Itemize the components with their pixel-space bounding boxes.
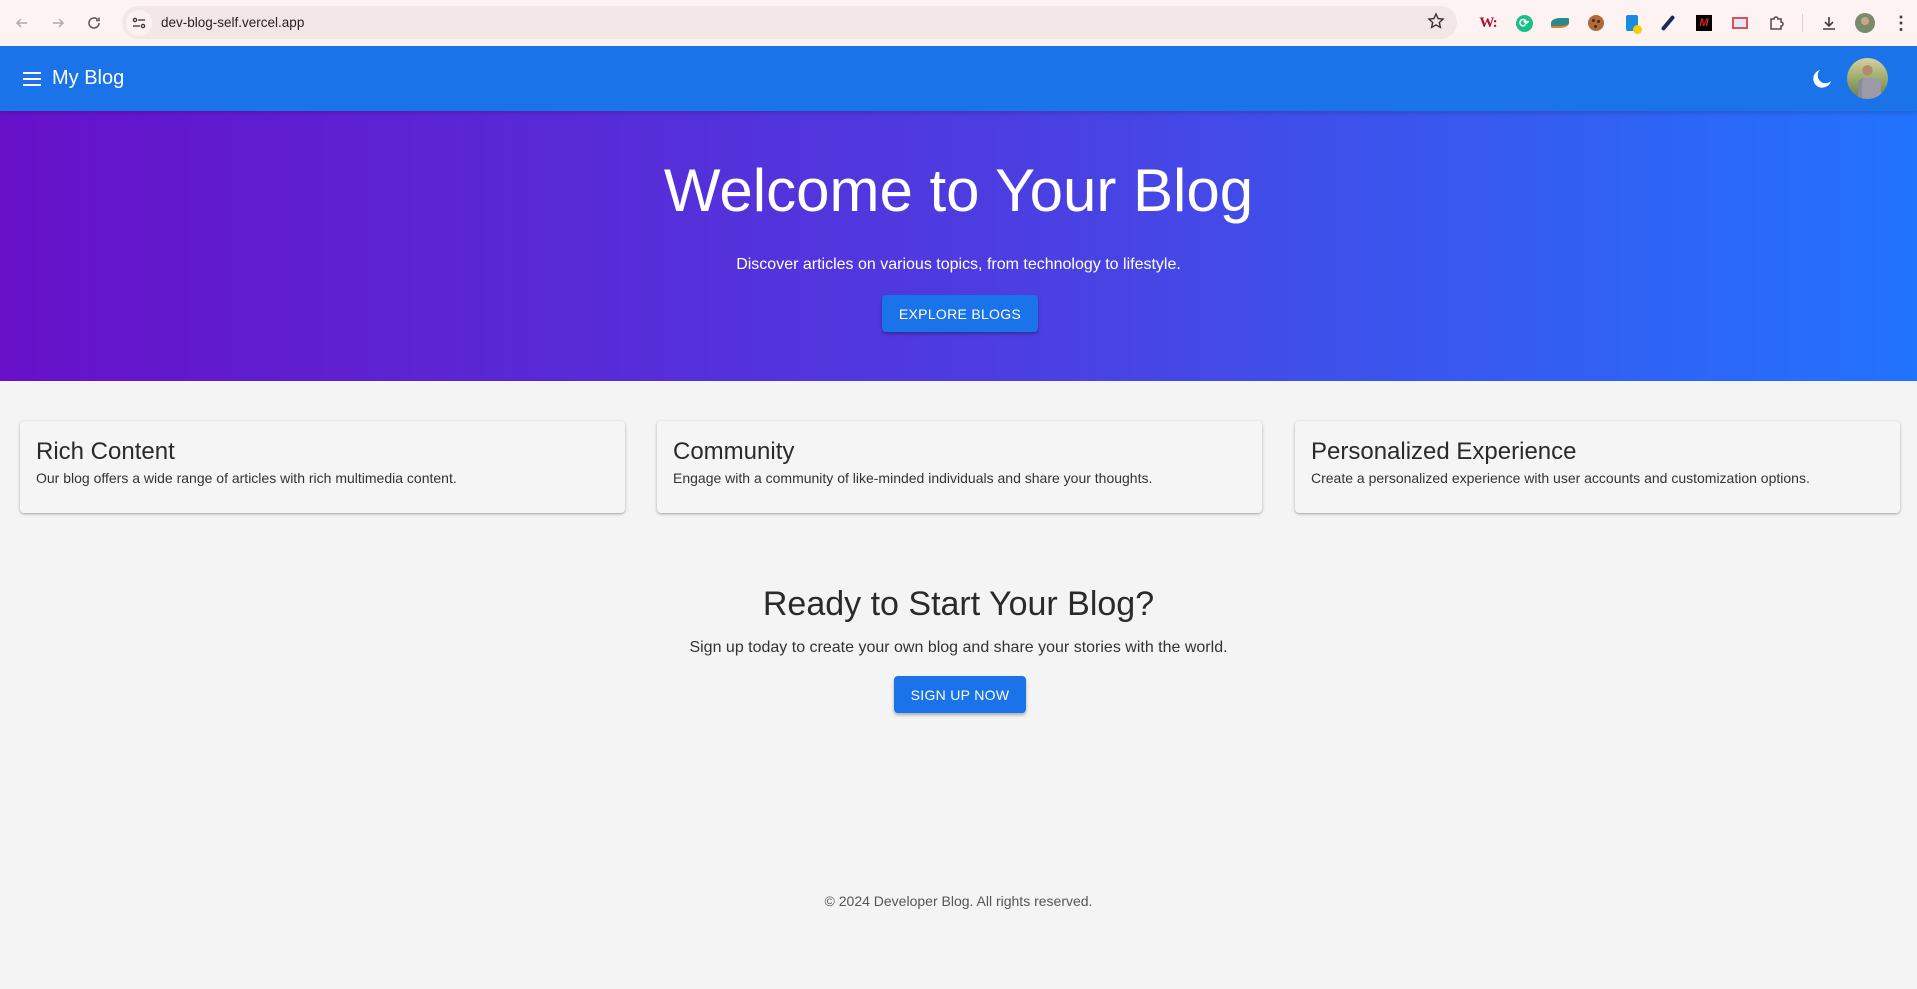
features-section: Rich Content Our blog offers a wide rang…: [0, 381, 1917, 552]
ruler-extension-icon[interactable]: [1722, 8, 1758, 38]
explore-blogs-button[interactable]: EXPLORE BLOGS: [882, 295, 1038, 332]
m-extension-icon[interactable]: M: [1686, 8, 1722, 38]
dolphins-extension-icon[interactable]: [1542, 8, 1578, 38]
hero-section: Welcome to Your Blog Discover articles o…: [0, 111, 1917, 381]
app-bar: My Blog: [0, 46, 1917, 111]
toolbar-divider: [1802, 14, 1803, 32]
reload-button[interactable]: [76, 5, 112, 41]
feature-card-personalized-experience: Personalized Experience Create a persona…: [1295, 421, 1900, 513]
user-avatar[interactable]: [1847, 58, 1888, 99]
feature-description: Create a personalized experience with us…: [1311, 470, 1810, 486]
feature-title: Personalized Experience: [1311, 438, 1577, 465]
profile-avatar[interactable]: [1847, 8, 1883, 38]
more-options-icon[interactable]: ⋮: [1883, 8, 1917, 38]
cta-section: Ready to Start Your Blog? Sign up today …: [0, 552, 1917, 989]
browser-toolbar: dev-blog-self.vercel.app W: ⟳ M ⋮: [0, 0, 1917, 46]
dark-mode-toggle[interactable]: [1809, 66, 1835, 92]
dark-mode-icon: [1813, 70, 1831, 88]
doc-download-extension-icon[interactable]: [1614, 8, 1650, 38]
site-info-icon[interactable]: [126, 9, 152, 36]
feature-card-rich-content: Rich Content Our blog offers a wide rang…: [20, 421, 625, 513]
reload-icon: [88, 17, 100, 29]
arrow-left-icon: [15, 18, 27, 28]
feature-title: Rich Content: [36, 438, 175, 465]
feature-description: Engage with a community of like-minded i…: [673, 470, 1153, 486]
url-text[interactable]: dev-blog-self.vercel.app: [161, 15, 304, 30]
extensions-puzzle-icon[interactable]: [1758, 8, 1794, 38]
color-picker-extension-icon[interactable]: [1650, 8, 1686, 38]
menu-icon[interactable]: [20, 67, 44, 91]
extensions-bar: W: ⟳ M ⋮: [1470, 8, 1917, 38]
wikiwand-extension-icon[interactable]: W:: [1470, 8, 1506, 38]
sync-extension-icon[interactable]: ⟳: [1506, 8, 1542, 38]
hero-title: Welcome to Your Blog: [663, 157, 1254, 224]
cta-title: Ready to Start Your Blog?: [762, 585, 1155, 623]
footer-copyright: © 2024 Developer Blog. All rights reserv…: [824, 893, 1093, 909]
feature-title: Community: [673, 438, 795, 465]
cta-subtitle: Sign up today to create your own blog an…: [689, 639, 1228, 656]
address-bar[interactable]: dev-blog-self.vercel.app: [122, 6, 1457, 39]
sign-up-now-button[interactable]: SIGN UP NOW: [894, 676, 1026, 713]
back-button[interactable]: [4, 5, 40, 41]
cookie-extension-icon[interactable]: [1578, 8, 1614, 38]
arrow-right-icon: [53, 18, 65, 28]
downloads-icon[interactable]: [1811, 8, 1847, 38]
feature-description: Our blog offers a wide range of articles…: [36, 470, 457, 486]
bookmark-star-icon[interactable]: [1427, 12, 1445, 35]
hero-subtitle: Discover articles on various topics, fro…: [736, 256, 1181, 273]
forward-button[interactable]: [40, 5, 76, 41]
app-title[interactable]: My Blog: [52, 67, 124, 90]
feature-card-community: Community Engage with a community of lik…: [657, 421, 1262, 513]
